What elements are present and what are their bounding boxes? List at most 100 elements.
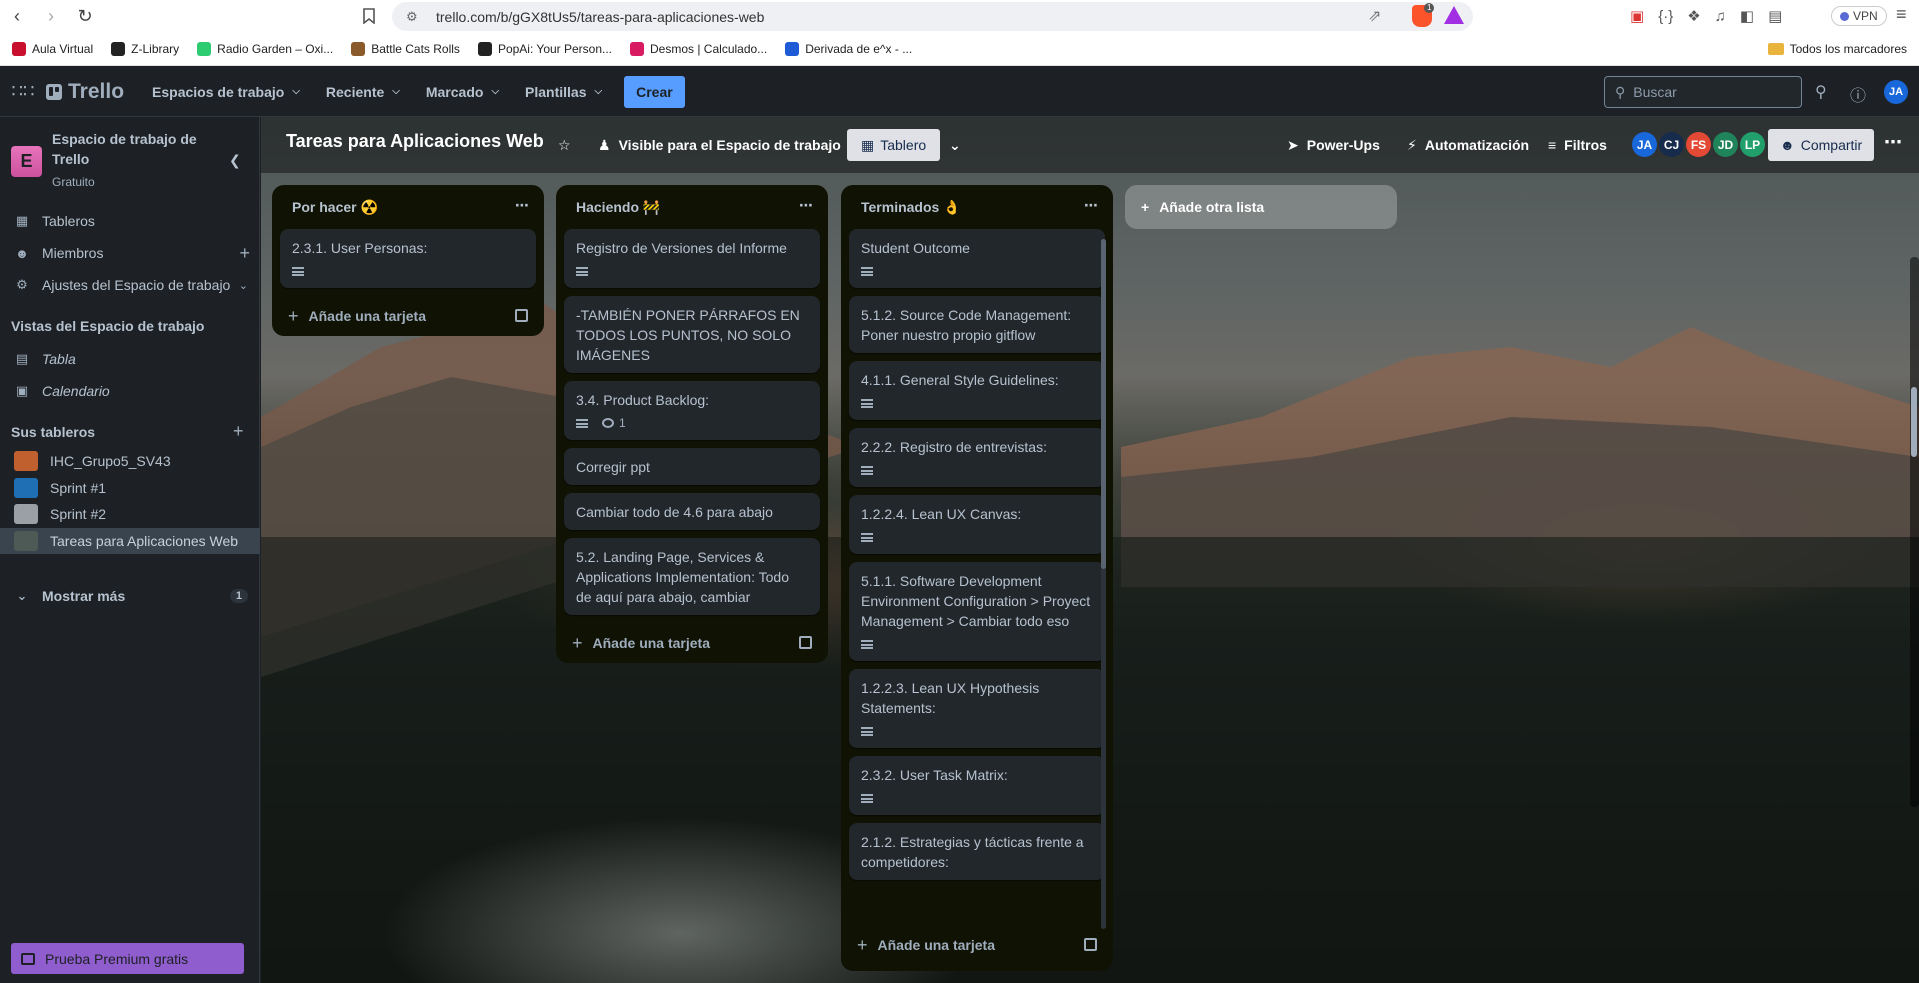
card[interactable]: 5.1.1. Software Development Environment …: [849, 562, 1105, 661]
music-note-icon[interactable]: ♫: [1715, 8, 1726, 25]
add-board-icon[interactable]: +: [233, 421, 244, 442]
bookmark-page-icon[interactable]: [357, 4, 381, 28]
boards-section-title: Sus tableros: [11, 424, 96, 440]
bookmark-item[interactable]: Aula Virtual: [12, 41, 93, 56]
share-button[interactable]: ☻ Compartir: [1768, 129, 1875, 161]
list-menu-icon[interactable]: ⋯: [799, 197, 814, 214]
views-dropdown-icon[interactable]: ⌄: [949, 131, 961, 159]
menu-workspaces[interactable]: Espacios de trabajo ⌵: [142, 76, 310, 108]
member-avatar[interactable]: JD: [1713, 132, 1738, 157]
sidebar-item-board[interactable]: IHC_Grupo5_SV43: [0, 448, 260, 474]
list-header[interactable]: Por hacer ☢️ ⋯: [272, 185, 544, 229]
card-template-icon[interactable]: [515, 309, 528, 322]
address-bar[interactable]: ⚙ trello.com/b/gGX8tUs5/tareas-para-apli…: [392, 2, 1473, 31]
share-page-icon[interactable]: ⇗: [1368, 6, 1381, 26]
visibility-button[interactable]: ♟ Visible para el Espacio de trabajo: [598, 131, 841, 159]
member-avatar[interactable]: JA: [1632, 132, 1657, 157]
filters-button[interactable]: ≡ Filtros: [1548, 131, 1607, 159]
sidebar-item-settings[interactable]: ⚙ Ajustes del Espacio de trabajo ⌄: [0, 269, 260, 301]
sidebar-toggle-icon[interactable]: ◧: [1740, 7, 1754, 25]
reload-icon[interactable]: ↻: [68, 0, 102, 32]
card[interactable]: 5.1.2. Source Code Management: Poner nue…: [849, 296, 1105, 353]
add-card-button[interactable]: + Añade una tarjeta: [272, 296, 544, 336]
board-menu-icon[interactable]: ⋯: [1884, 132, 1902, 153]
card[interactable]: 1.2.2.3. Lean UX Hypothesis Statements:: [849, 669, 1105, 748]
bookmark-item[interactable]: PopAi: Your Person...: [477, 41, 612, 56]
app-switcher-icon[interactable]: ∷∷: [0, 67, 46, 117]
sidebar-item-board[interactable]: Sprint #1: [0, 475, 260, 501]
create-button[interactable]: Crear: [624, 75, 685, 108]
sidebar-item-board[interactable]: Sprint #2: [0, 501, 260, 527]
try-premium-button[interactable]: Prueba Premium gratis: [11, 943, 244, 974]
back-icon[interactable]: ‹: [0, 0, 34, 32]
board-scrollbar-track[interactable]: [1910, 257, 1919, 807]
card[interactable]: 2.2.2. Registro de entrevistas:: [849, 428, 1105, 487]
card[interactable]: -TAMBIÉN PONER PÁRRAFOS EN TODOS LOS PUN…: [564, 296, 820, 373]
list-menu-icon[interactable]: ⋯: [515, 197, 530, 214]
star-board-icon[interactable]: ☆: [558, 131, 571, 159]
forward-icon[interactable]: ›: [34, 0, 68, 32]
card-badges: [861, 635, 1093, 653]
browser-menu-icon[interactable]: ≡: [1896, 4, 1907, 25]
code-extension-icon[interactable]: {·}: [1658, 8, 1673, 25]
card[interactable]: Student Outcome: [849, 229, 1105, 288]
board-scrollbar-thumb[interactable]: [1911, 387, 1917, 457]
card[interactable]: Corregir ppt: [564, 448, 820, 485]
collapse-sidebar-icon[interactable]: ❮: [229, 152, 241, 169]
list-scrollbar-thumb[interactable]: [1101, 239, 1106, 569]
sidebar-item-calendar[interactable]: ▣ Calendario: [0, 375, 260, 407]
menu-starred[interactable]: Marcado ⌵: [416, 76, 509, 108]
card[interactable]: 5.2. Landing Page, Services & Applicatio…: [564, 538, 820, 615]
bookmark-item[interactable]: Derivada de e^x - ...: [785, 41, 912, 56]
member-avatar[interactable]: LP: [1740, 132, 1765, 157]
board-title[interactable]: Tareas para Aplicaciones Web: [286, 131, 544, 152]
site-settings-icon[interactable]: ⚙: [406, 9, 422, 25]
card[interactable]: 3.4. Product Backlog: 1: [564, 381, 820, 440]
card-template-icon[interactable]: [799, 636, 812, 649]
view-tablero-button[interactable]: ▦ Tablero: [847, 129, 941, 161]
wallet-icon[interactable]: ▤: [1768, 7, 1782, 25]
notifications-icon[interactable]: ⚲: [1815, 82, 1827, 102]
all-bookmarks-button[interactable]: Todos los marcadores: [1767, 32, 1907, 66]
show-more-button[interactable]: ⌄ Mostrar más 1: [0, 580, 260, 612]
card[interactable]: 2.1.2. Estrategias y tácticas frente a c…: [849, 823, 1105, 880]
workspace-name[interactable]: Espacio de trabajo de Trello: [52, 129, 202, 169]
sidebar-item-members[interactable]: ☻ Miembros +: [0, 237, 260, 269]
help-icon[interactable]: ⓘ: [1850, 82, 1866, 106]
bookmark-item[interactable]: Radio Garden – Oxi...: [197, 41, 333, 56]
avatar[interactable]: JA: [1884, 80, 1908, 104]
member-avatar[interactable]: CJ: [1659, 132, 1684, 157]
add-member-icon[interactable]: +: [239, 243, 250, 264]
automation-button[interactable]: ⚡ Automatización: [1407, 131, 1529, 159]
list-header[interactable]: Haciendo 🚧 ⋯: [556, 185, 828, 229]
add-card-button[interactable]: + Añade una tarjeta: [841, 925, 1113, 965]
add-list-button[interactable]: + Añade otra lista: [1125, 185, 1397, 229]
sidebar-item-board[interactable]: Tareas para Aplicaciones Web: [0, 527, 260, 554]
list-header[interactable]: Terminados 👌 ⋯: [841, 185, 1113, 229]
puzzle-extensions-icon[interactable]: ❖: [1687, 7, 1700, 25]
card[interactable]: 2.3.1. User Personas:: [280, 229, 536, 288]
card[interactable]: 1.2.2.4. Lean UX Canvas:: [849, 495, 1105, 554]
card[interactable]: Cambiar todo de 4.6 para abajo: [564, 493, 820, 530]
list-menu-icon[interactable]: ⋯: [1084, 197, 1099, 214]
recording-extension-icon[interactable]: ▣: [1630, 7, 1644, 25]
card[interactable]: Registro de Versiones del Informe: [564, 229, 820, 288]
card-template-icon[interactable]: [1084, 938, 1097, 951]
vpn-button[interactable]: VPN: [1831, 6, 1887, 26]
brave-rewards-icon[interactable]: [1444, 6, 1464, 24]
menu-recent[interactable]: Reciente ⌵: [316, 76, 410, 108]
power-ups-button[interactable]: ➤ Power-Ups: [1287, 131, 1380, 159]
view-tablero-label: Tablero: [880, 137, 927, 153]
bookmark-item[interactable]: Z-Library: [111, 41, 179, 56]
sidebar-item-boards[interactable]: ▦ Tableros: [0, 205, 260, 237]
add-card-button[interactable]: + Añade una tarjeta: [556, 623, 828, 663]
bookmark-item[interactable]: Desmos | Calculado...: [630, 41, 767, 56]
bookmark-item[interactable]: Battle Cats Rolls: [351, 41, 460, 56]
search-input[interactable]: ⚲ Buscar: [1604, 76, 1802, 108]
member-avatar[interactable]: FS: [1686, 132, 1711, 157]
card[interactable]: 4.1.1. General Style Guidelines:: [849, 361, 1105, 420]
sidebar-item-table[interactable]: ▤ Tabla: [0, 343, 260, 375]
card[interactable]: 2.3.2. User Task Matrix:: [849, 756, 1105, 815]
trello-logo[interactable]: Trello: [46, 80, 124, 104]
menu-templates[interactable]: Plantillas ⌵: [515, 76, 612, 108]
